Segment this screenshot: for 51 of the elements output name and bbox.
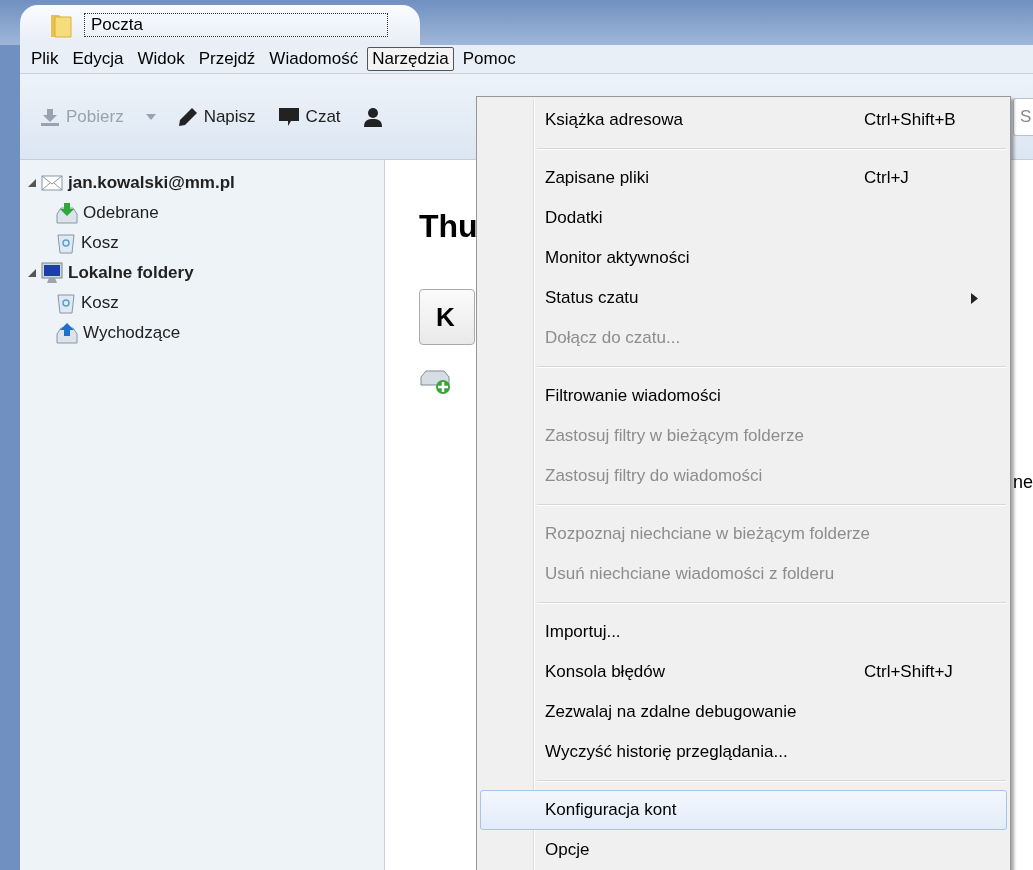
menu-bar-item[interactable]: Plik (26, 47, 64, 71)
menu-item[interactable]: Konsola błędów Ctrl+Shift+J (480, 652, 1007, 692)
expanded-triangle-icon[interactable] (28, 269, 36, 277)
menu-item[interactable]: Konfiguracja kont (480, 790, 1007, 830)
tab-title: Poczta (84, 13, 388, 37)
chat-button[interactable]: Czat (271, 104, 347, 129)
pencil-icon (177, 106, 198, 127)
folder-name[interactable]: Kosz (81, 293, 119, 313)
shortcut-text: Ctrl+Shift+J (864, 662, 954, 682)
menu-item[interactable]: Monitor aktywności (480, 238, 1007, 278)
inbox-tray-icon (56, 202, 78, 224)
heading: Thu (419, 208, 478, 245)
menu-item[interactable]: Wyczyść historię przeglądania... (480, 732, 1007, 772)
menu-item[interactable]: Filtrowanie wiadomości (480, 376, 1007, 416)
menu-bar-item[interactable]: Pomoc (457, 47, 521, 71)
menu-item[interactable]: Status czatu (480, 278, 1007, 318)
shortcut-text: Ctrl+Shift+B (864, 110, 957, 130)
menu-item[interactable]: Importuj... (480, 612, 1007, 652)
outbox-tray-icon (56, 322, 78, 344)
person-icon (362, 106, 383, 127)
trash-bin-icon (56, 292, 76, 314)
menu-item[interactable]: Opcje (480, 830, 1007, 870)
chat-bubble-icon (277, 106, 300, 127)
account-name[interactable]: jan.kowalski@mm.pl (68, 173, 235, 193)
menu-bar-item[interactable]: Edycja (67, 47, 129, 71)
mail-tab[interactable]: Poczta (20, 5, 420, 45)
menu-item[interactable]: Zezwalaj na zdalne debugowanie (480, 692, 1007, 732)
search-field[interactable]: S (1013, 97, 1033, 136)
menu-item[interactable]: Dodatki (480, 198, 1007, 238)
download-icon (40, 107, 60, 126)
trash-bin-icon (56, 232, 76, 254)
account-name[interactable]: Lokalne foldery (68, 263, 194, 283)
account-button[interactable]: K (419, 289, 475, 345)
menu-bar-item[interactable]: Narzędzia (367, 47, 454, 71)
folder-name[interactable]: Wychodzące (83, 323, 181, 343)
body-text: ne (1012, 472, 1033, 493)
expanded-triangle-icon[interactable] (28, 179, 36, 187)
menu-bar-item[interactable]: Widok (132, 47, 190, 71)
caret-icon (145, 113, 156, 120)
folder-icon (50, 12, 72, 38)
menu-bar-item[interactable]: Przejdź (193, 47, 261, 71)
envelope-icon (41, 175, 63, 191)
add-drive-icon (419, 367, 451, 395)
menu-item[interactable]: Zapisane pliki Ctrl+J (480, 158, 1007, 198)
menu-item[interactable]: Książka adresowa Ctrl+Shift+B (480, 100, 1007, 140)
shortcut-text: Ctrl+J (864, 168, 910, 188)
folder-name[interactable]: Odebrane (83, 203, 159, 223)
folder-name[interactable]: Kosz (81, 233, 119, 253)
write-button[interactable]: Napisz (171, 104, 262, 129)
monitor-icon (41, 262, 63, 284)
menu-bar-item[interactable]: Wiadomość (264, 47, 364, 71)
